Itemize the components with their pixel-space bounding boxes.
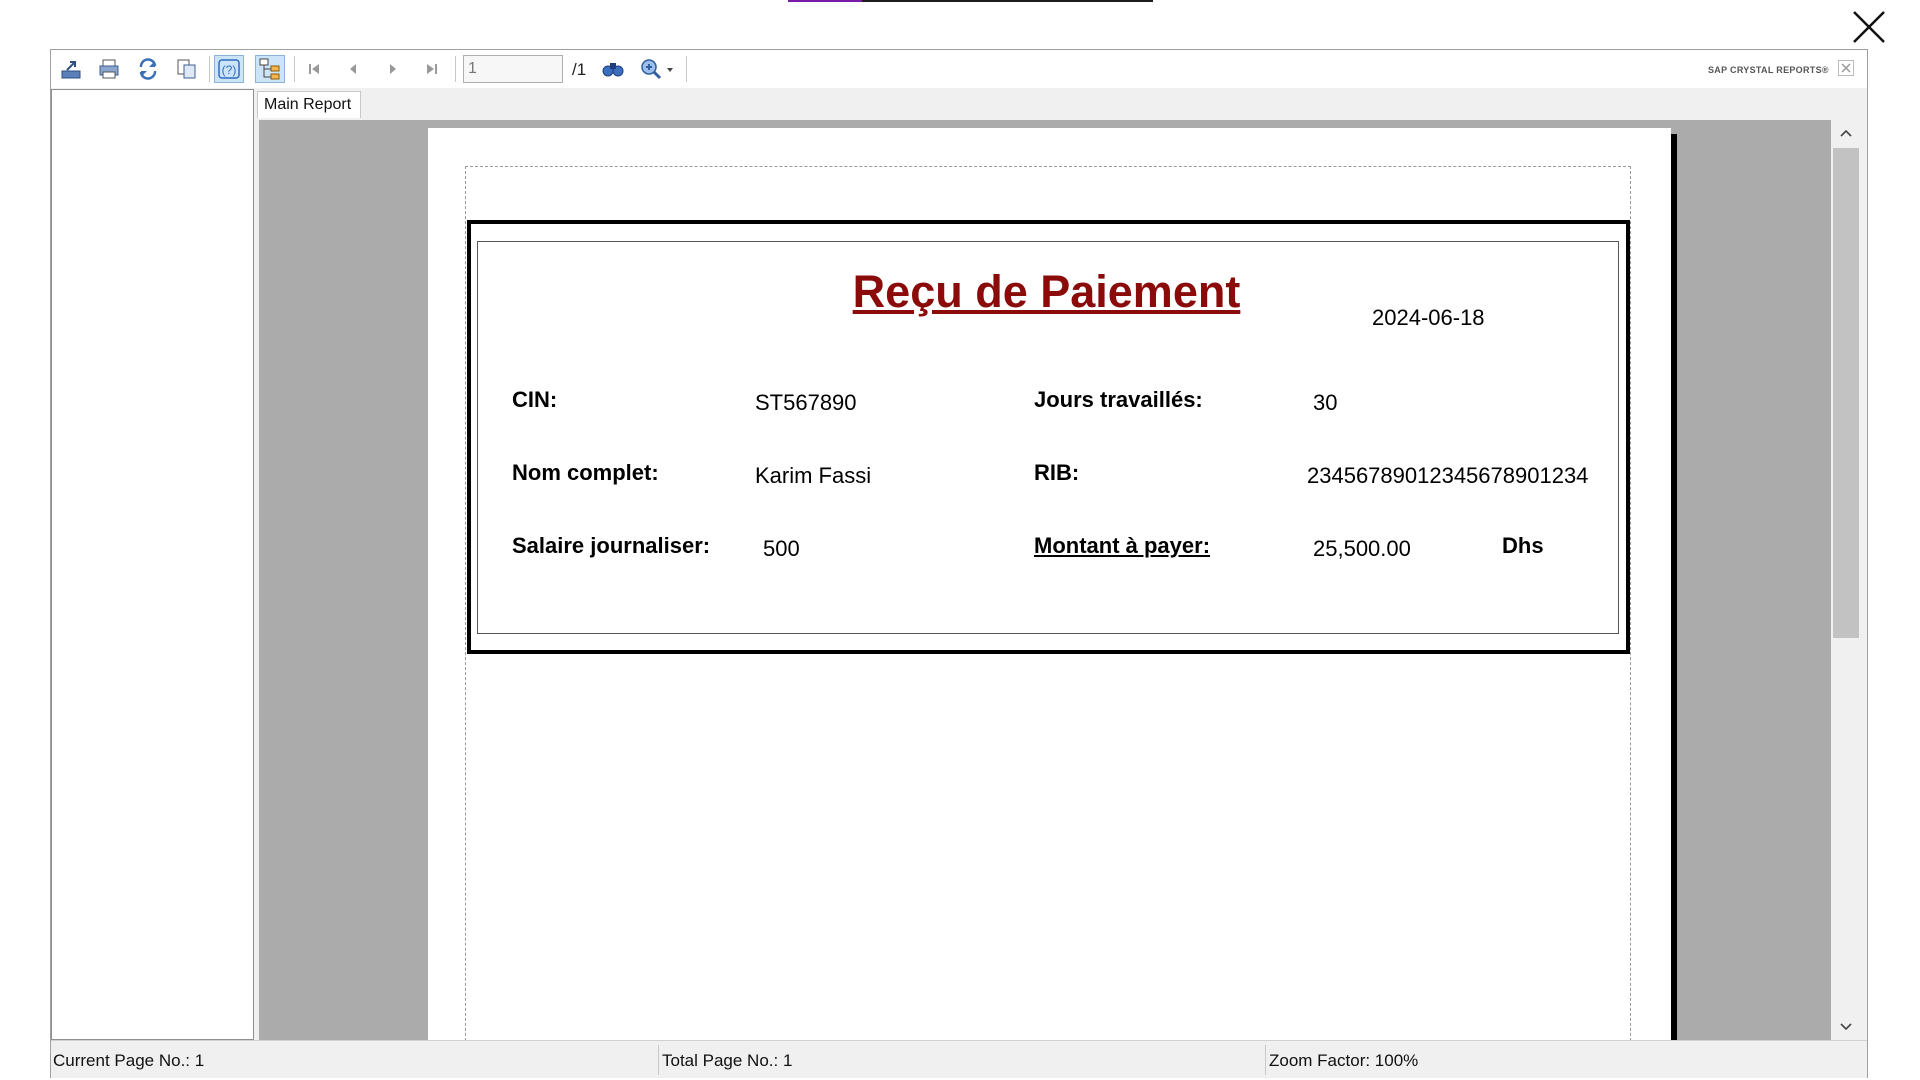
export-icon[interactable]: [56, 55, 86, 83]
toolbar-separator: [209, 56, 210, 82]
jours-value: 30: [1313, 390, 1338, 415]
status-bar: Current Page No.: 1 Total Page No.: 1 Zo…: [51, 1040, 1867, 1078]
receipt-title: Reçu de Paiement: [852, 266, 1241, 317]
group-tree-icon[interactable]: [255, 55, 285, 83]
copy-icon[interactable]: [172, 55, 202, 83]
page-total: /1: [572, 60, 587, 79]
receipt-date: 2024-06-18: [1372, 305, 1485, 330]
vertical-scrollbar[interactable]: [1831, 120, 1861, 1040]
status-divider: [658, 1045, 659, 1075]
refresh-icon[interactable]: [133, 55, 163, 83]
help-icon[interactable]: (?): [214, 55, 244, 83]
jours-label: Jours travaillés:: [1034, 387, 1203, 412]
report-preview-area[interactable]: Reçu de Paiement 2024-06-18 CIN: ST56789…: [259, 120, 1848, 1040]
currency-label: Dhs: [1502, 533, 1544, 558]
scroll-down-icon[interactable]: [1831, 1014, 1861, 1040]
rib-value: 23456789012345678901234: [1307, 463, 1589, 488]
salaire-label: Salaire journaliser:: [512, 533, 711, 558]
close-panel-icon[interactable]: [1838, 60, 1854, 76]
cin-label: CIN:: [512, 387, 558, 412]
scroll-thumb[interactable]: [1833, 148, 1859, 638]
toolbar-separator: [455, 56, 456, 82]
nom-label: Nom complet:: [512, 460, 659, 485]
status-current-page: Current Page No.: 1: [53, 1051, 205, 1070]
group-tree-panel[interactable]: [51, 89, 254, 1040]
first-page-icon[interactable]: [299, 55, 329, 83]
salaire-value: 500: [763, 536, 800, 561]
status-total-page: Total Page No.: 1: [662, 1051, 793, 1070]
nom-value: Karim Fassi: [755, 463, 872, 488]
montant-label: Montant à payer:: [1034, 533, 1211, 558]
toolbar: (?) /1 SAP CRYSTAL REPORTS®: [51, 50, 1867, 88]
tab-main-report[interactable]: Main Report: [257, 91, 361, 118]
toolbar-separator: [294, 56, 295, 82]
cin-value: ST567890: [755, 390, 857, 415]
report-viewer: (?) /1 SAP CRYSTAL REPORTS®: [50, 49, 1868, 1078]
find-icon[interactable]: [598, 55, 628, 83]
rib-label: RIB:: [1034, 460, 1080, 485]
prev-page-icon[interactable]: [338, 55, 368, 83]
page-number-input[interactable]: [463, 55, 563, 83]
toolbar-separator: [686, 56, 687, 82]
montant-value: 25,500.00: [1313, 536, 1411, 561]
zoom-icon[interactable]: [637, 55, 679, 83]
status-divider: [1265, 1045, 1266, 1075]
scroll-up-icon[interactable]: [1831, 120, 1861, 146]
status-zoom: Zoom Factor: 100%: [1269, 1051, 1419, 1070]
next-page-icon[interactable]: [378, 55, 408, 83]
brand-label: SAP CRYSTAL REPORTS®: [1708, 65, 1829, 75]
print-icon[interactable]: [94, 55, 124, 83]
close-icon[interactable]: [1850, 8, 1888, 46]
svg-text:(?): (?): [222, 63, 237, 77]
accent-purple-segment: [788, 0, 862, 2]
last-page-icon[interactable]: [417, 55, 447, 83]
report-page: Reçu de Paiement 2024-06-18 CIN: ST56789…: [428, 128, 1671, 1040]
top-accent-bar: [788, 0, 1153, 2]
